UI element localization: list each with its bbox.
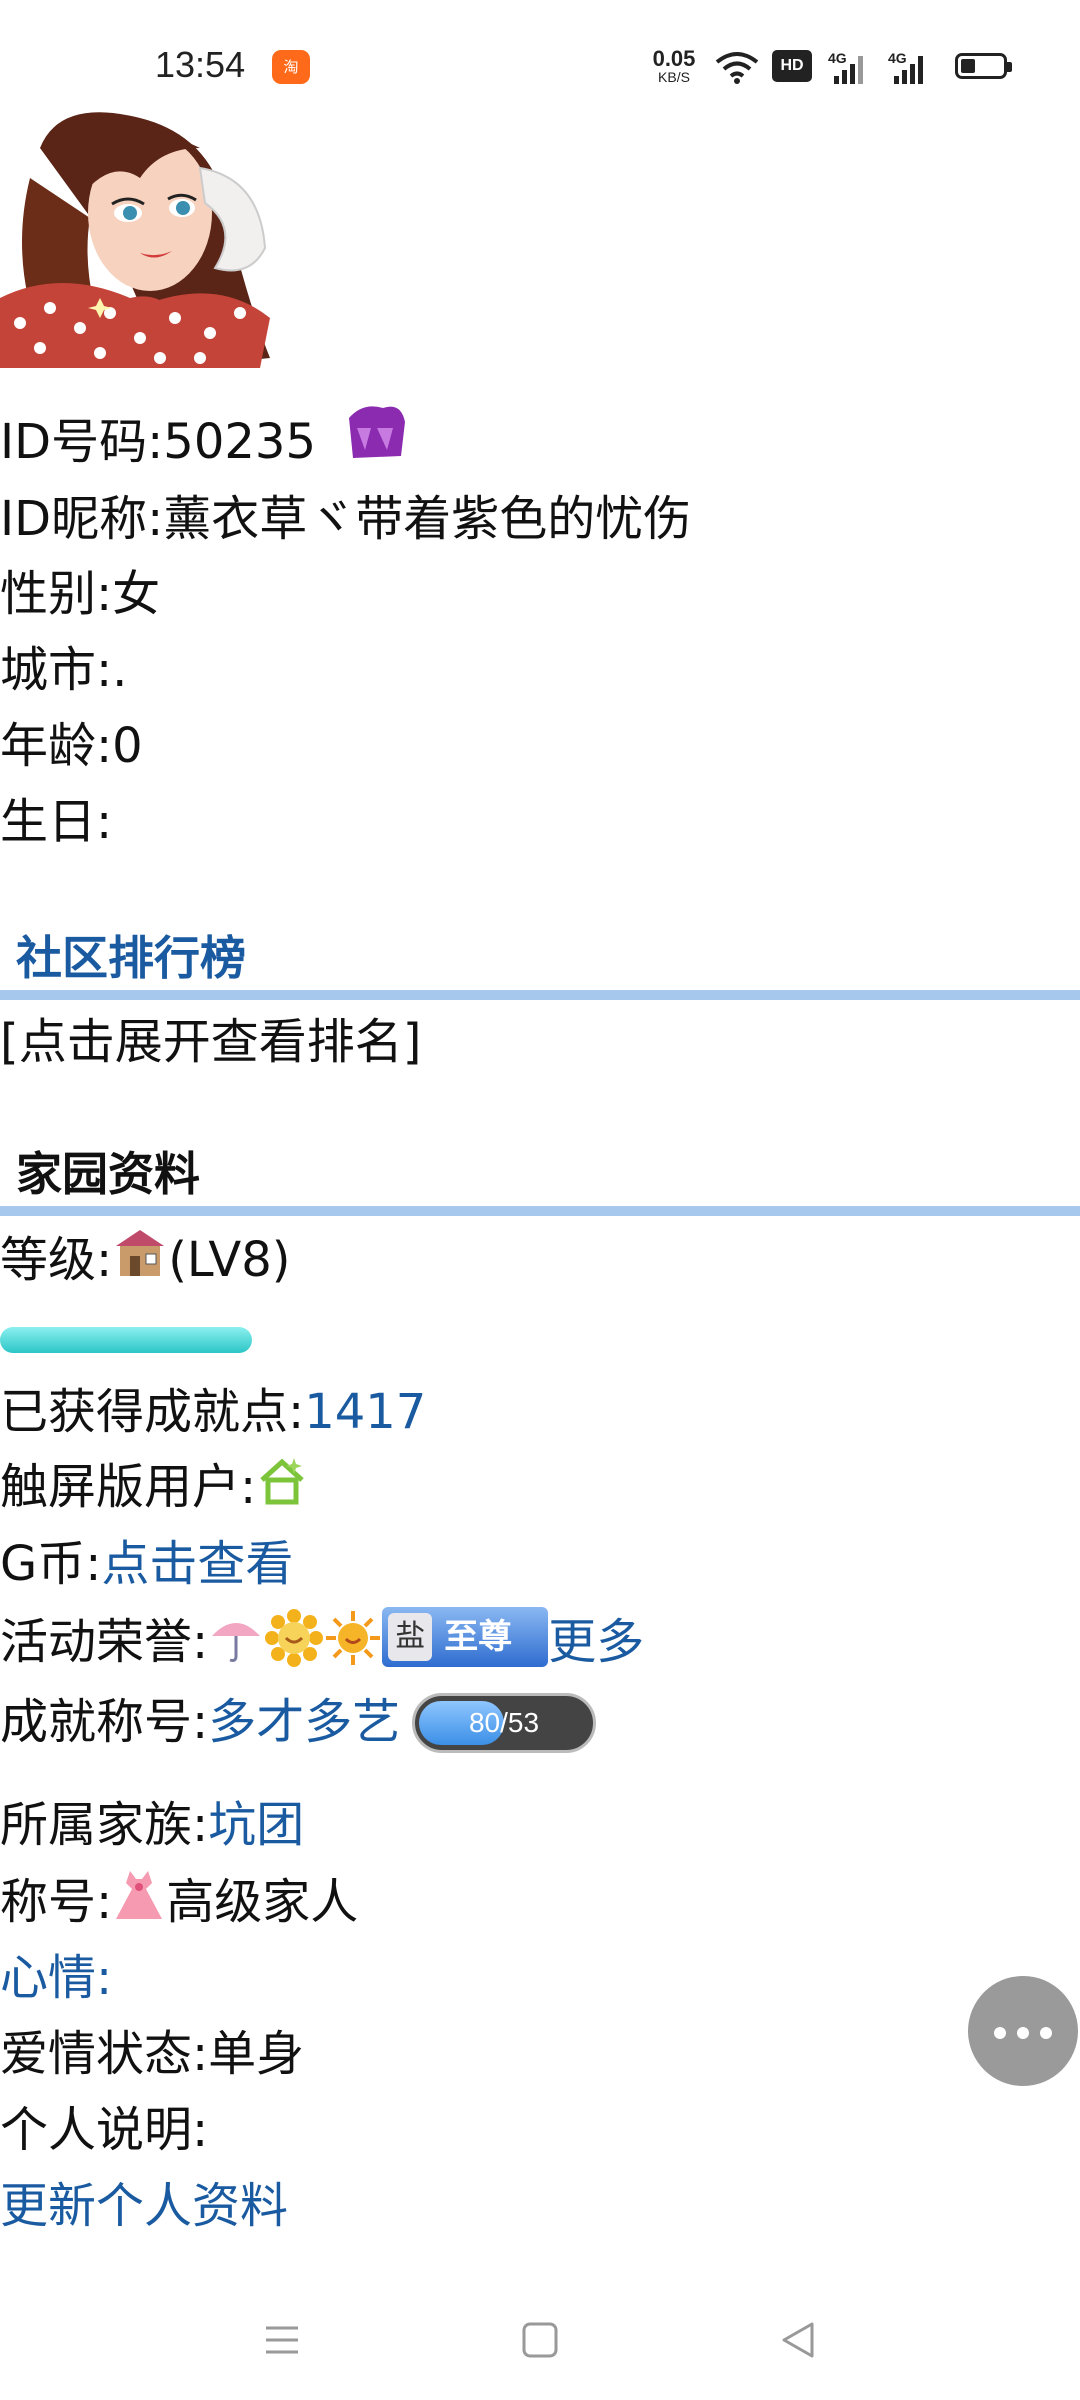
section-divider (0, 1206, 1080, 1216)
touch-user-row: 触屏版用户: (0, 1455, 308, 1519)
age: 年龄:0 (0, 718, 143, 774)
title-progress-text: 80/53 (468, 1707, 540, 1738)
achievement-title-row: 成就称号:多才多艺 (0, 1690, 400, 1754)
level-house-icon (116, 1230, 165, 1276)
wifi-icon (715, 52, 759, 84)
level-value: (LV8) (168, 1232, 291, 1288)
more-options-button[interactable] (968, 1976, 1078, 2086)
battery-icon (955, 53, 1012, 79)
avatar-image (0, 108, 300, 368)
menu-icon[interactable] (252, 2310, 312, 2370)
level-row: 等级: (LV8) (0, 1228, 290, 1292)
gcoin-row: G币:点击查看 (0, 1532, 293, 1596)
home-square-icon[interactable] (510, 2310, 570, 2370)
net-speed-unit: KB/S (658, 69, 690, 85)
dress-icon (116, 1871, 163, 1919)
avatar (0, 108, 300, 368)
rank-title-label: 称号: (0, 1874, 113, 1930)
sun-icon (326, 1611, 381, 1665)
signal-icon: 4G (888, 50, 923, 84)
net-speed: 0.05 KB/S (646, 46, 702, 85)
net-speed-value: 0.05 (652, 46, 696, 71)
nickname: ID昵称:薰衣草ヾ带着紫色的忧伤 (0, 491, 692, 547)
gcoin-label: G币: (0, 1536, 102, 1592)
touch-user-label: 触屏版用户: (0, 1459, 257, 1515)
hd-icon: HD (772, 50, 812, 82)
family-link[interactable]: 坑团 (208, 1797, 304, 1853)
achievement-label: 已获得成就点: (0, 1384, 305, 1440)
taobao-icon: 淘 (272, 50, 310, 84)
dot (1017, 2027, 1029, 2039)
system-nav-bar (0, 2280, 1080, 2400)
signal-label: 4G (888, 50, 907, 66)
status-bar: 13:54 淘 0.05 KB/S HD 4G 4G (0, 0, 1080, 105)
signal-label: 4G (828, 50, 847, 66)
back-triangle-icon[interactable] (768, 2310, 828, 2370)
badge-emblem-icon: 盐 (388, 1613, 433, 1661)
achievement-title-link[interactable]: 多才多艺 (208, 1694, 400, 1750)
family-label: 所属家族: (0, 1797, 209, 1853)
dot (1040, 2027, 1052, 2039)
gcoin-view-link[interactable]: 点击查看 (101, 1536, 293, 1592)
achievement-row: 已获得成就点:1417 (0, 1380, 426, 1444)
signal-icon: 4G (828, 50, 863, 84)
sun-flower-icon (265, 1609, 324, 1667)
love-status: 爱情状态:单身 (0, 2026, 305, 2082)
update-profile-link[interactable]: 更新个人资料 (0, 2174, 288, 2238)
supreme-badge-text: 至尊 (444, 1617, 513, 1657)
personal-description: 个人说明: (0, 2102, 209, 2158)
expand-ranking-link[interactable]: [点击展开查看排名] (0, 1010, 421, 1074)
birthday: 生日: (0, 794, 113, 850)
achievement-points[interactable]: 1417 (304, 1384, 426, 1440)
id-number-row: ID号码:50235 (0, 406, 409, 474)
touch-house-icon (260, 1458, 304, 1505)
umbrella-icon (212, 1623, 261, 1662)
honor-row: 活动荣誉: 盐 至尊 更多 (0, 1607, 644, 1674)
vip-badge-icon (349, 406, 406, 458)
gender: 性别:女 (0, 566, 161, 622)
dot (994, 2027, 1006, 2039)
title-progress-pill: 80/53 (412, 1693, 596, 1753)
city: 城市:. (0, 642, 128, 698)
mood-link[interactable]: 心情: (0, 1946, 112, 2010)
honor-label: 活动荣誉: (0, 1614, 209, 1670)
section-divider (0, 990, 1080, 1000)
honor-more-link[interactable]: 更多 (548, 1614, 644, 1670)
ranking-title: 社区排行榜 (16, 931, 246, 985)
experience-bar (0, 1327, 252, 1353)
level-label: 等级: (0, 1232, 113, 1288)
family-row: 所属家族:坑团 (0, 1793, 304, 1857)
achievement-title-label: 成就称号: (0, 1694, 209, 1750)
home-info-title: 家园资料 (16, 1147, 200, 1201)
rank-title-row: 称号: 高级家人 (0, 1870, 358, 1934)
rank-title-value: 高级家人 (166, 1874, 359, 1930)
supreme-honor-badge: 盐 至尊 (382, 1607, 549, 1667)
id-number: ID号码:50235 (0, 414, 316, 470)
status-time: 13:54 (155, 44, 246, 85)
